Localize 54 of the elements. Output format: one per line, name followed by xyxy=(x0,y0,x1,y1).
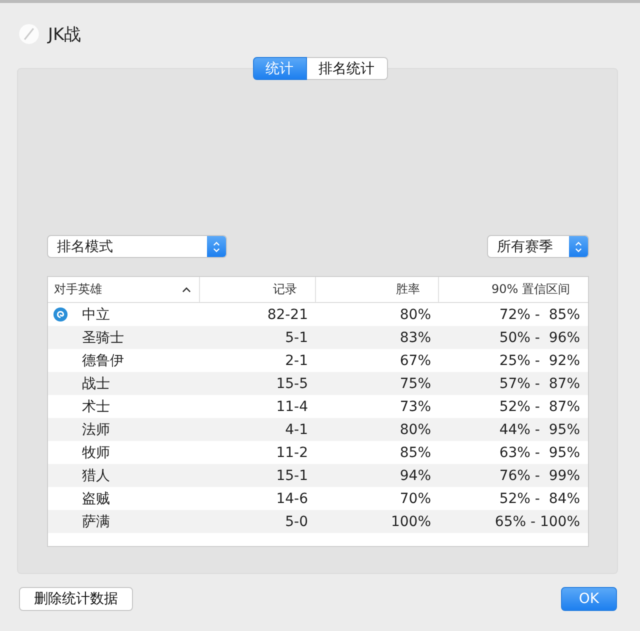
interval-cell: 63% - 95% xyxy=(499,444,580,460)
hero-name: 法师 xyxy=(82,420,110,438)
window-title: JK战 xyxy=(48,24,82,46)
interval-cell: 52% - 87% xyxy=(499,398,580,414)
record-cell: 4-1 xyxy=(285,422,308,438)
record-cell: 15-1 xyxy=(276,468,308,484)
column-header[interactable]: 90% 置信区间 xyxy=(439,277,588,302)
delete-button[interactable]: 删除统计数据 xyxy=(19,587,133,611)
win-rate-cell: 73% xyxy=(400,398,431,414)
interval-cell: 25% - 92% xyxy=(499,352,580,368)
win-rate-cell: 80% xyxy=(400,422,431,438)
interval-cell: 57% - 87% xyxy=(499,376,580,392)
win-rate-cell: 70% xyxy=(400,490,431,506)
swirl-icon xyxy=(53,307,68,322)
interval-cell: 72% - 85% xyxy=(499,306,580,322)
record-cell: 11-4 xyxy=(276,398,308,414)
stepper-icon xyxy=(212,240,221,254)
interval-cell: 50% - 96% xyxy=(499,330,580,346)
hero-name: 盗贼 xyxy=(82,490,110,508)
hero-name: 中立 xyxy=(82,306,110,324)
win-rate-cell: 75% xyxy=(400,376,431,392)
win-rate-cell: 94% xyxy=(400,468,431,484)
hero-name: 猎人 xyxy=(82,466,110,484)
record-cell: 2-1 xyxy=(285,352,308,368)
win-rate-cell: 67% xyxy=(400,352,431,368)
column-header[interactable]: 胜率 xyxy=(316,277,439,302)
hero-name: 德鲁伊 xyxy=(82,352,124,370)
hero-name: 圣骑士 xyxy=(82,328,124,346)
interval-cell: 76% - 99% xyxy=(499,468,580,484)
interval-cell: 44% - 95% xyxy=(499,422,580,438)
record-cell: 5-1 xyxy=(285,330,308,346)
season-dropdown[interactable]: 所有赛季 xyxy=(487,235,589,258)
record-cell: 5-0 xyxy=(285,514,308,530)
mode-dropdown[interactable]: 排名模式 xyxy=(47,235,227,258)
quill-icon xyxy=(18,23,40,45)
hero-name: 牧师 xyxy=(82,444,110,462)
stepper-icon xyxy=(574,240,583,254)
hero-name: 战士 xyxy=(82,374,110,392)
win-rate-cell: 83% xyxy=(400,330,431,346)
win-rate-cell: 85% xyxy=(400,444,431,460)
hero-name: 萨满 xyxy=(82,512,110,530)
sort-caret-icon xyxy=(182,286,191,292)
record-cell: 82-21 xyxy=(267,306,308,322)
record-cell: 14-6 xyxy=(276,490,308,506)
interval-cell: 65% - 100% xyxy=(494,514,580,530)
record-cell: 15-5 xyxy=(276,376,308,392)
win-rate-cell: 100% xyxy=(390,514,431,530)
column-header[interactable]: 记录 xyxy=(200,277,316,302)
hero-name: 术士 xyxy=(82,398,110,416)
tab[interactable]: 排名统计 xyxy=(306,57,388,80)
column-header[interactable]: 对手英雄 xyxy=(48,277,200,302)
interval-cell: 52% - 84% xyxy=(499,490,580,506)
win-rate-cell: 80% xyxy=(400,306,431,322)
record-cell: 11-2 xyxy=(276,444,308,460)
